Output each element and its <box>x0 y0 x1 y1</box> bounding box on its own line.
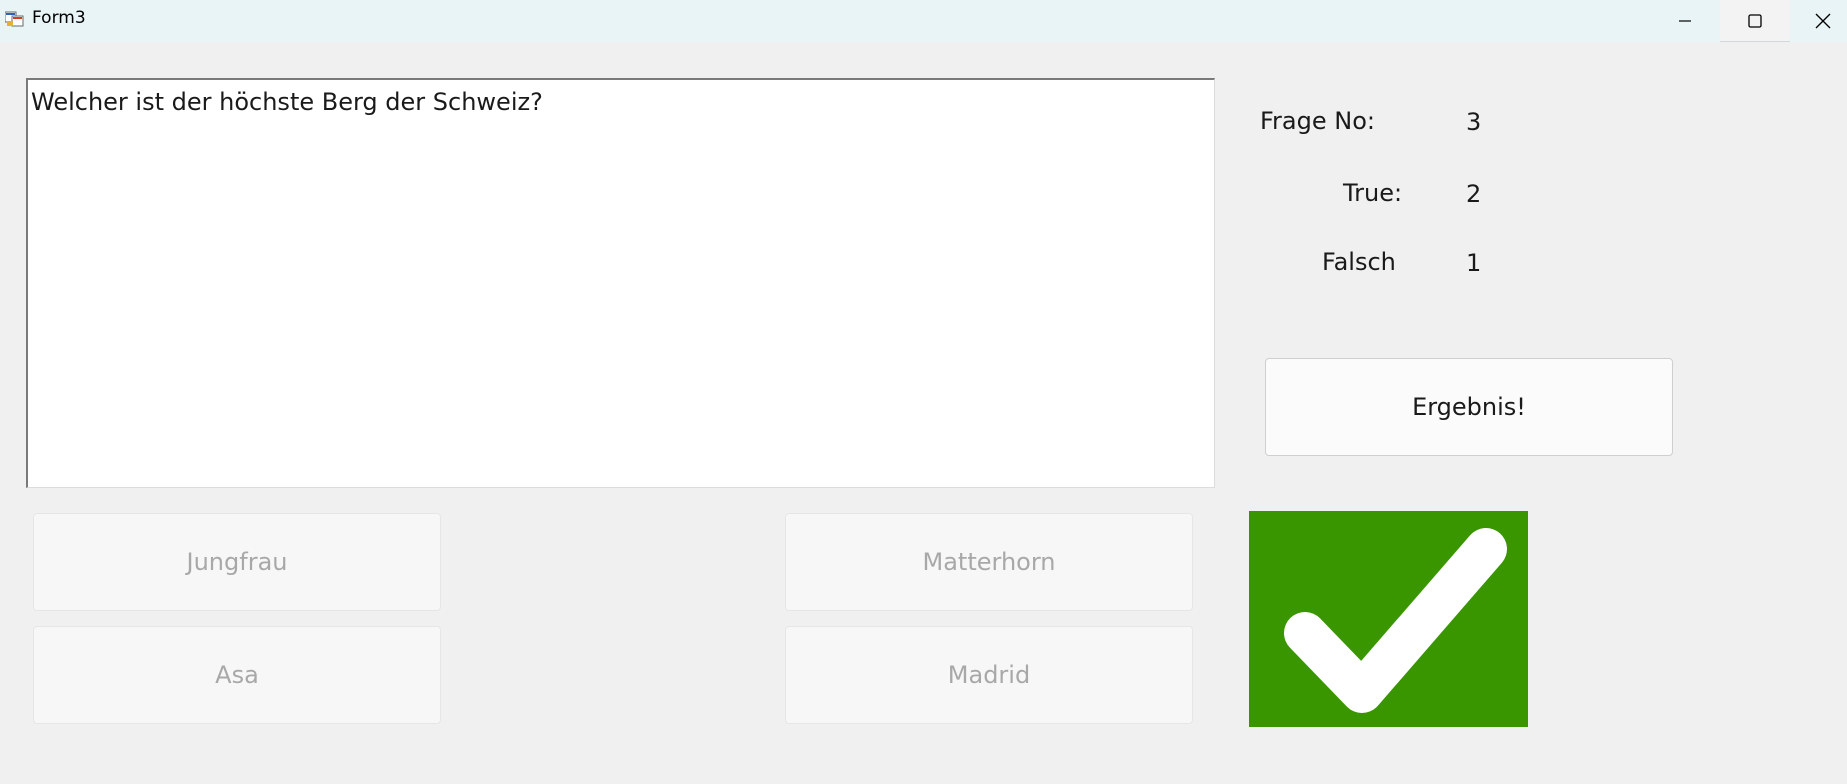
close-icon <box>1815 13 1831 29</box>
ergebnis-button[interactable]: Ergebnis! <box>1265 358 1673 456</box>
falsch-label: Falsch <box>1322 248 1396 276</box>
answer-button-label: Madrid <box>947 661 1031 689</box>
form-app-icon <box>5 11 24 27</box>
ergebnis-button-label: Ergebnis! <box>1412 393 1526 421</box>
question-textbox[interactable]: Welcher ist der höchste Berg der Schweiz… <box>26 78 1215 488</box>
form3-window: Form3 Welcher ist der höchste Berg der S… <box>0 0 1847 784</box>
maximize-icon <box>1748 13 1762 28</box>
answer-button-2[interactable]: Matterhorn <box>785 513 1193 611</box>
frage-no-label: Frage No: <box>1260 107 1375 135</box>
correct-answer-image <box>1249 511 1528 727</box>
true-value: 2 <box>1466 180 1482 208</box>
frage-no-value: 3 <box>1466 108 1482 136</box>
answer-button-label: Jungfrau <box>186 548 288 576</box>
answer-button-3[interactable]: Asa <box>33 626 441 724</box>
true-label: True: <box>1343 179 1403 207</box>
question-text: Welcher ist der höchste Berg der Schweiz… <box>31 88 543 116</box>
answer-button-label: Asa <box>215 661 259 689</box>
falsch-value: 1 <box>1466 249 1482 277</box>
maximize-button[interactable] <box>1720 0 1790 42</box>
window-title: Form3 <box>32 8 86 28</box>
answer-button-label: Matterhorn <box>922 548 1056 576</box>
answer-button-1[interactable]: Jungfrau <box>33 513 441 611</box>
answer-button-4[interactable]: Madrid <box>785 626 1193 724</box>
title-bar: Form3 <box>0 0 1847 42</box>
checkmark-icon <box>1284 528 1507 713</box>
minimize-icon <box>1679 20 1691 22</box>
minimize-button[interactable] <box>1650 0 1720 42</box>
close-button[interactable] <box>1788 0 1847 42</box>
